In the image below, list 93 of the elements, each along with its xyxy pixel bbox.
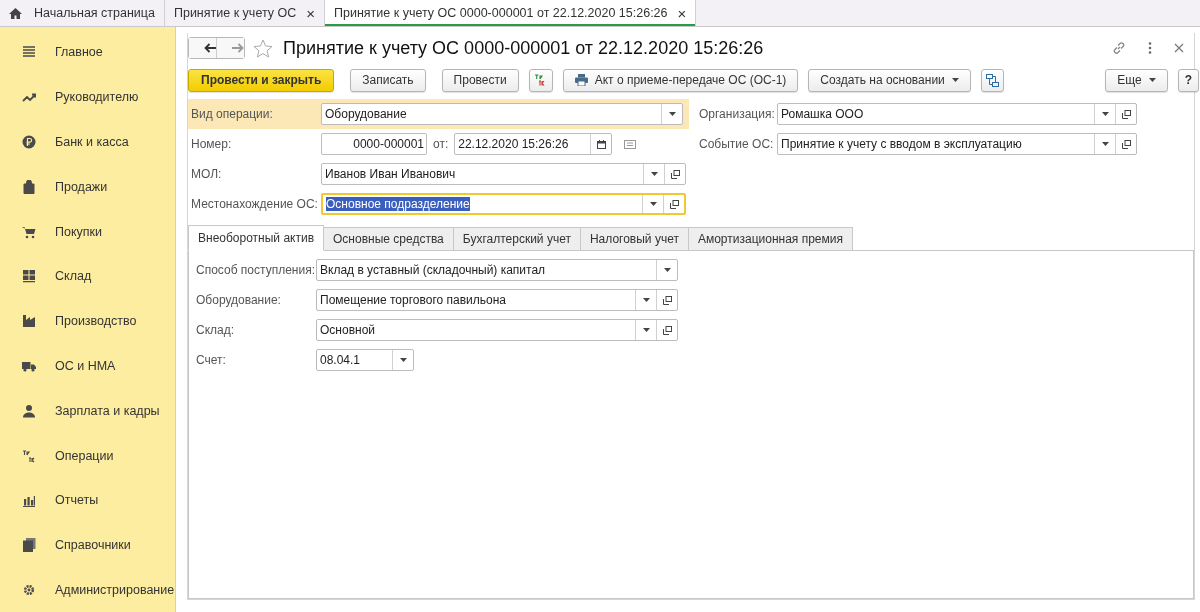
- document-title: Принятие к учету ОС 0000-000001 от 22.12.2020 15:26:26: [283, 37, 764, 59]
- open-icon: [670, 169, 680, 179]
- dropdown-field[interactable]: Помещение торгового павильона: [316, 289, 678, 311]
- link-icon[interactable]: [1112, 41, 1126, 55]
- open-icon: [1121, 109, 1131, 119]
- more-menu-button[interactable]: Еще: [1105, 68, 1168, 92]
- date-field[interactable]: 22.12.2020 15:26:26: [454, 133, 613, 155]
- cart-icon: [22, 224, 36, 239]
- caret-icon: [650, 172, 658, 176]
- dropdown-field[interactable]: Оборудование: [321, 103, 683, 125]
- dropdown-field[interactable]: Основное подразделение: [321, 193, 686, 215]
- star-icon[interactable]: [253, 38, 273, 58]
- sidebar-item[interactable]: Администрирование: [0, 567, 175, 612]
- form-tab[interactable]: Налоговый учет: [580, 227, 689, 251]
- dtkt-icon: [22, 448, 36, 463]
- back-button[interactable]: [189, 38, 216, 58]
- forward-arrow-icon: [231, 43, 244, 53]
- field-label: Вид операции:: [191, 107, 274, 121]
- caret-icon: [668, 112, 676, 116]
- field-label: МОЛ:: [191, 167, 223, 181]
- sidebar-item[interactable]: Продажи: [0, 164, 175, 210]
- close-button[interactable]: ×: [306, 4, 316, 22]
- caret-icon: [1148, 78, 1156, 82]
- field-label: Счет:: [196, 353, 227, 367]
- form-tab[interactable]: Амортизационная премия: [688, 227, 853, 251]
- back-arrow-icon: [203, 43, 216, 53]
- dropdown-field[interactable]: Основной: [316, 319, 678, 341]
- dropdown-field[interactable]: Иванов Иван Иванович: [321, 163, 686, 185]
- close-button[interactable]: ×: [677, 4, 687, 22]
- field-label: от:: [433, 137, 449, 151]
- field-label: Оборудование:: [196, 293, 282, 307]
- sidebar-item[interactable]: Склад: [0, 254, 175, 299]
- person-icon: [22, 403, 36, 418]
- caret-icon: [649, 202, 657, 206]
- sidebar-item[interactable]: Покупки: [0, 209, 175, 254]
- caret-icon: [663, 268, 671, 272]
- more-icon[interactable]: [1148, 42, 1152, 54]
- dropdown-field[interactable]: Принятие к учету с вводом в эксплуатацию: [777, 133, 1137, 155]
- field-label: Способ поступления:: [196, 263, 314, 277]
- dtkt-button[interactable]: [528, 68, 553, 92]
- comment-icon[interactable]: [624, 139, 637, 149]
- sidebar-item[interactable]: Отчеты: [0, 477, 175, 523]
- factory-icon: [22, 314, 36, 329]
- bar-chart-icon: [22, 493, 36, 508]
- toolbar-button[interactable]: Записать: [350, 68, 426, 92]
- menu-icon: [22, 45, 36, 60]
- sidebar-item[interactable]: Зарплата и кадры: [0, 388, 175, 434]
- sidebar-item[interactable]: Производство: [0, 298, 175, 344]
- post-and-close-button[interactable]: Провести и закрыть: [188, 68, 335, 92]
- help-button[interactable]: ?: [1177, 68, 1199, 92]
- caret-icon: [1101, 112, 1109, 116]
- open-icon: [662, 295, 672, 305]
- caret-icon: [642, 298, 650, 302]
- window-tab[interactable]: Начальная страница: [0, 0, 165, 26]
- open-icon: [1121, 139, 1131, 149]
- caret-icon: [1101, 142, 1109, 146]
- ruble-icon: [22, 135, 36, 149]
- toolbar-button[interactable]: Провести: [441, 68, 519, 92]
- field-label: Местонахождение ОС:: [191, 197, 315, 211]
- menu-button[interactable]: Создать на основании: [808, 68, 971, 92]
- sidebar-item[interactable]: Справочники: [0, 522, 175, 568]
- sidebar-item[interactable]: Главное: [0, 30, 175, 75]
- sidebar-item[interactable]: Банк и касса: [0, 119, 175, 165]
- print-button[interactable]: Акт о приеме-передаче ОС (ОС-1): [562, 68, 799, 92]
- caret-icon: [642, 328, 650, 332]
- grid-icon: [22, 269, 36, 284]
- gear-icon: [22, 582, 36, 597]
- calendar-icon: [596, 139, 606, 149]
- sidebar-item[interactable]: Руководителю: [0, 74, 175, 120]
- window-tab[interactable]: Принятие к учету ОС 0000-000001 от 22.12.2020 15:26:26 ×: [325, 0, 697, 26]
- printer-icon: [574, 74, 588, 86]
- caret-icon: [399, 358, 407, 362]
- caret-icon: [951, 78, 959, 82]
- close-icon[interactable]: [1174, 43, 1184, 53]
- structure-icon: [985, 73, 999, 87]
- sidebar-item[interactable]: Операции: [0, 433, 175, 478]
- dropdown-field[interactable]: Вклад в уставный (складочный) капитал: [316, 259, 678, 281]
- structure-button[interactable]: [980, 68, 1004, 92]
- open-icon: [662, 325, 672, 335]
- books-icon: [22, 538, 36, 553]
- number-field[interactable]: 0000-000001: [321, 133, 427, 155]
- sidebar-item[interactable]: ОС и НМА: [0, 343, 175, 389]
- field-label: Событие ОС:: [699, 137, 771, 151]
- open-icon: [669, 199, 679, 209]
- form-tab[interactable]: Основные средства: [324, 227, 454, 251]
- form-tab[interactable]: Бухгалтерский учет: [453, 227, 581, 251]
- bag-icon: [22, 179, 36, 194]
- field-label: Склад:: [196, 323, 236, 337]
- field-label: Номер:: [191, 137, 233, 151]
- home-icon: [9, 7, 22, 19]
- dropdown-field[interactable]: 08.04.1: [316, 349, 414, 371]
- dropdown-field[interactable]: Ромашка ООО: [777, 103, 1137, 125]
- form-tab[interactable]: Внеоборотный актив: [188, 225, 325, 251]
